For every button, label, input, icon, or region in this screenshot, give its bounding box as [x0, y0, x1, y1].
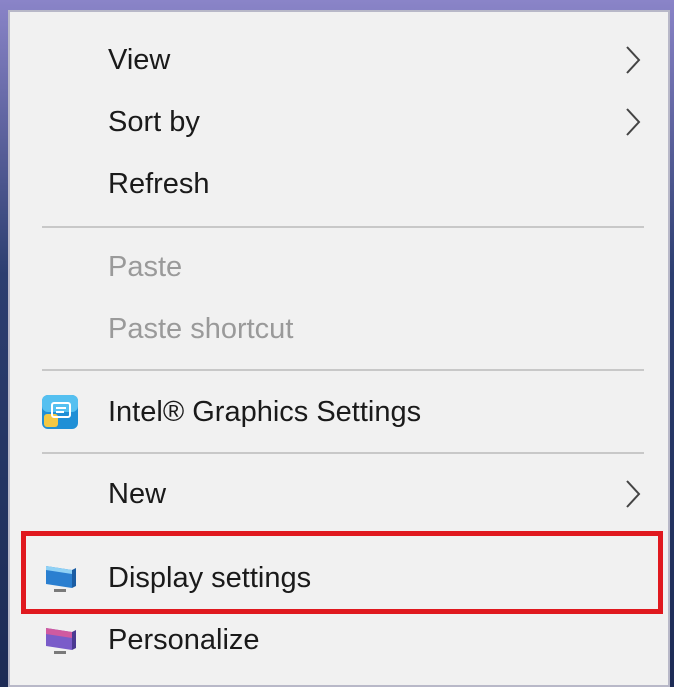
menu-item-label: Paste shortcut: [108, 312, 294, 345]
menu-item-sort-by[interactable]: Sort by: [10, 92, 668, 152]
menu-item-label: Intel® Graphics Settings: [108, 395, 422, 428]
menu-item-personalize[interactable]: Personalize: [10, 610, 668, 670]
menu-item-paste[interactable]: Paste: [10, 237, 668, 297]
menu-item-label: New: [108, 477, 167, 510]
menu-item-paste-shortcut[interactable]: Paste shortcut: [10, 299, 668, 359]
menu-item-label: Sort by: [108, 105, 200, 138]
highlight-box: [21, 531, 663, 614]
desktop-context-menu: View Sort by Refresh Paste Paste shortcu…: [8, 10, 670, 687]
menu-item-view[interactable]: View: [10, 30, 668, 90]
menu-item-label: Refresh: [108, 167, 210, 200]
menu-item-label: Personalize: [108, 623, 260, 656]
menu-item-intel-graphics-settings[interactable]: Intel® Graphics Settings: [10, 382, 668, 442]
chevron-right-icon: [626, 46, 641, 74]
menu-item-label: Paste: [108, 250, 183, 283]
chevron-right-icon: [626, 480, 641, 508]
menu-separator: [42, 369, 644, 371]
intel-graphics-icon: [42, 395, 78, 429]
menu-separator: [42, 226, 644, 228]
menu-item-label: View: [108, 43, 171, 76]
menu-item-new[interactable]: New: [10, 464, 668, 524]
chevron-right-icon: [626, 108, 641, 136]
personalize-monitor-icon: [46, 628, 76, 654]
menu-separator: [42, 452, 644, 454]
menu-item-refresh[interactable]: Refresh: [10, 154, 668, 214]
